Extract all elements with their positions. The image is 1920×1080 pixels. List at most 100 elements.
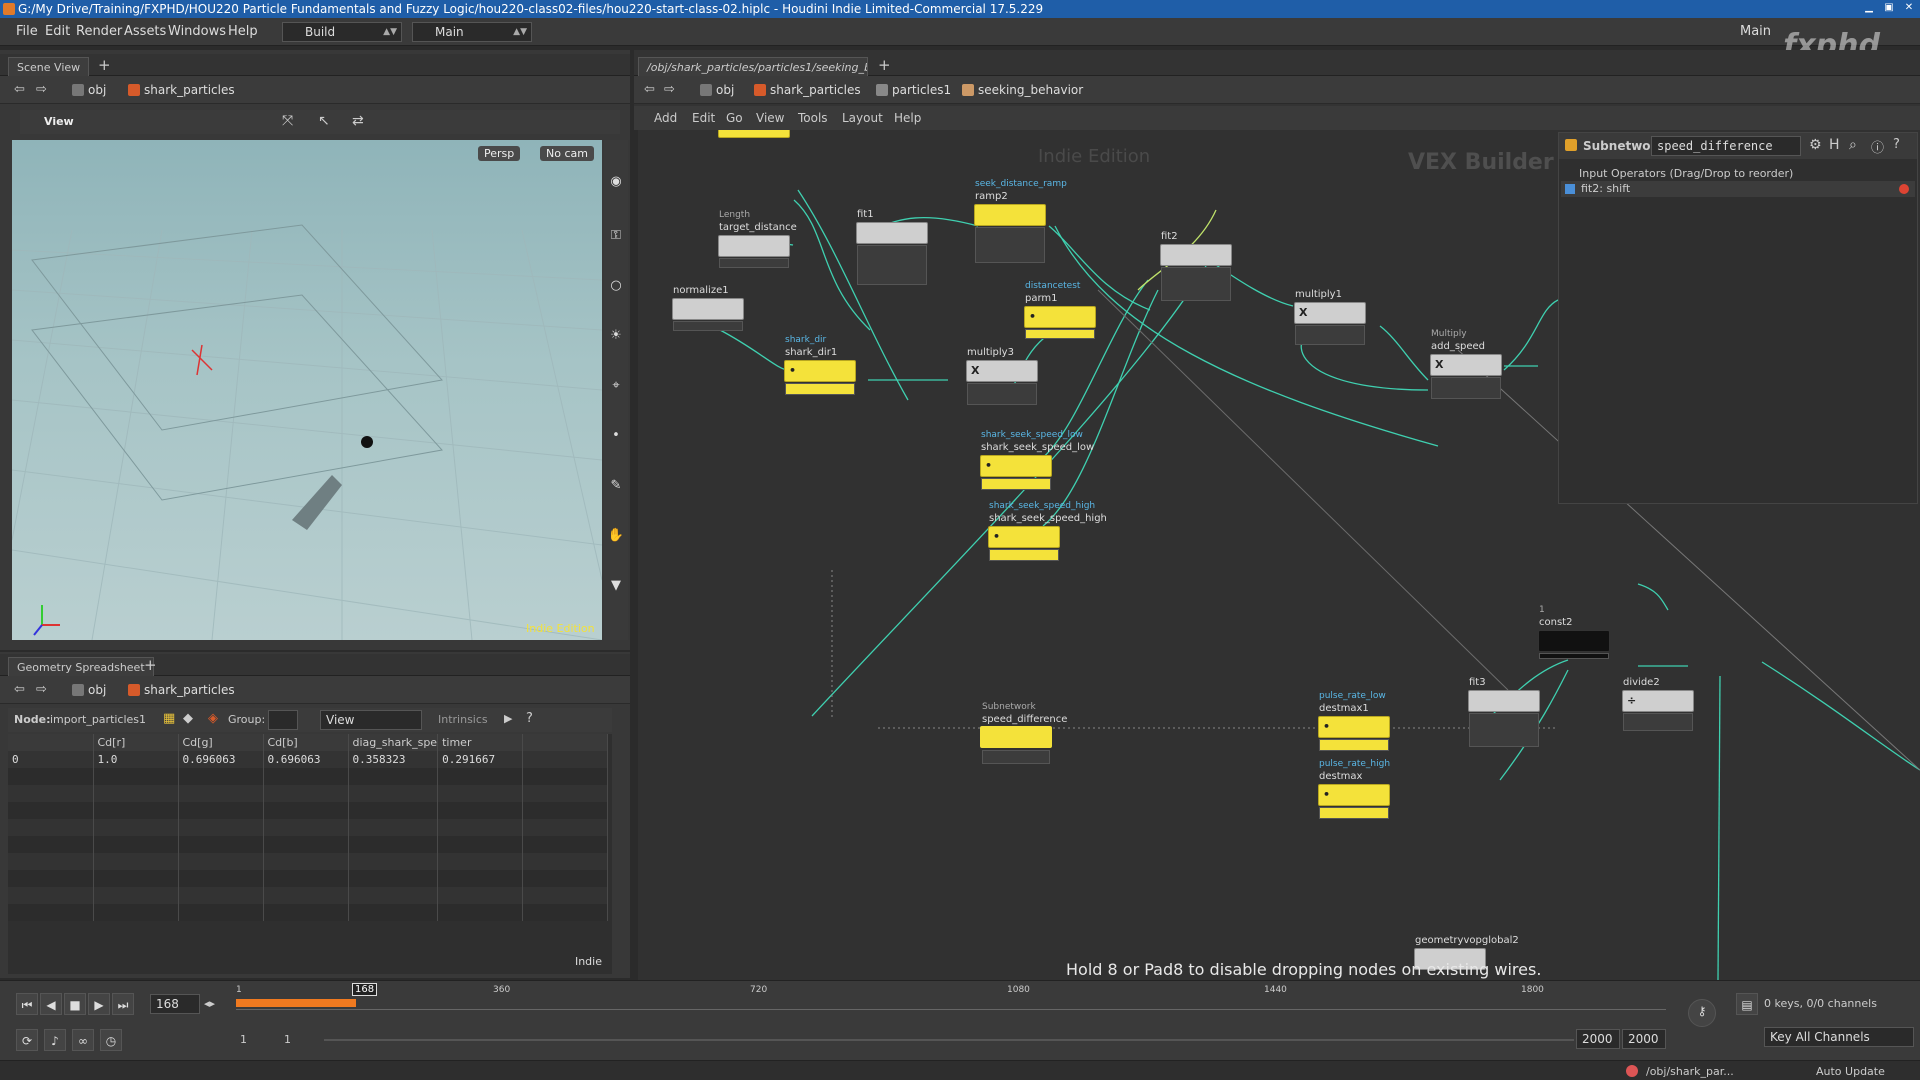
col-header[interactable]: timer xyxy=(437,734,524,751)
add-tab-icon[interactable]: + xyxy=(144,656,157,674)
point-icon[interactable]: • xyxy=(604,424,628,448)
forward-arrow-icon[interactable]: ⇨ xyxy=(36,82,47,97)
node-destmax1[interactable]: pulse_rate_low destmax1 • xyxy=(1318,691,1390,751)
node-shark-dir1[interactable]: shark_dir shark_dir1 • xyxy=(784,335,856,395)
tab-network-path[interactable]: /obj/shark_particles/particles1/seeking_… xyxy=(638,57,868,76)
grab-icon[interactable]: ✋ xyxy=(604,524,628,548)
last-frame-icon[interactable]: ⏭ xyxy=(112,993,134,1015)
lock-icon[interactable]: ⚿ xyxy=(604,224,628,248)
node-shark-seek-speed-high[interactable]: shark_seek_speed_high shark_seek_speed_h… xyxy=(988,501,1107,561)
range-slider[interactable] xyxy=(324,1039,1574,1041)
no-cam-dropdown[interactable]: No cam xyxy=(540,146,594,161)
close-icon[interactable]: ✕ xyxy=(1902,1,1916,15)
node-add-speed[interactable]: Multiply add_speed X xyxy=(1430,329,1502,399)
node-const2[interactable]: 1 const2 xyxy=(1538,605,1610,659)
node-destmax[interactable]: pulse_rate_high destmax • xyxy=(1318,759,1390,819)
handle-tool-icon[interactable]: ↖ xyxy=(318,113,330,129)
menu-add[interactable]: Add xyxy=(654,111,677,125)
add-tab-icon[interactable]: + xyxy=(98,56,111,74)
intrinsics-toggle[interactable]: Intrinsics xyxy=(438,713,488,726)
back-arrow-icon[interactable]: ⇦ xyxy=(644,82,655,97)
play-icon[interactable]: ▶ xyxy=(88,993,110,1015)
node-partial-top[interactable] xyxy=(718,130,790,138)
path-obj[interactable]: obj xyxy=(70,81,106,99)
stop-icon[interactable]: ■ xyxy=(64,993,86,1015)
node-target-distance[interactable]: Length target_distance xyxy=(718,210,797,268)
node-fit2[interactable]: fit2 xyxy=(1160,231,1232,301)
forward-arrow-icon[interactable]: ⇨ xyxy=(36,682,47,697)
gear-icon[interactable]: ⚙ xyxy=(1809,137,1822,153)
node-fit1[interactable]: fit1 xyxy=(856,209,928,285)
group-input[interactable] xyxy=(268,710,298,730)
help-icon[interactable]: ? xyxy=(1893,137,1900,152)
menu-go[interactable]: Go xyxy=(726,111,743,125)
range-start[interactable]: 1 xyxy=(240,1033,247,1046)
snap-icon[interactable]: ⌖ xyxy=(604,374,628,398)
pen-icon[interactable]: ✎ xyxy=(604,474,628,498)
menu-help[interactable]: Help xyxy=(894,111,921,125)
status-path[interactable]: /obj/shark_par... xyxy=(1646,1065,1734,1078)
back-arrow-icon[interactable]: ⇦ xyxy=(14,682,25,697)
node-speed-difference[interactable]: Subnetwork speed_difference xyxy=(980,702,1067,764)
node-divide2[interactable]: divide2 ÷ xyxy=(1622,677,1694,731)
view-dropdown[interactable]: View xyxy=(320,710,422,730)
node-shark-seek-speed-low[interactable]: shark_seek_speed_low shark_seek_speed_lo… xyxy=(980,430,1094,490)
menu-file[interactable]: File xyxy=(16,24,38,39)
spreadsheet-table[interactable]: Cd[r] Cd[g] Cd[b] diag_shark_spe timer 0… xyxy=(8,734,612,974)
camera-persp-dropdown[interactable]: Persp xyxy=(478,146,521,161)
add-tab-icon[interactable]: + xyxy=(878,56,891,74)
houdini-h-icon[interactable]: H xyxy=(1829,137,1840,153)
tab-scene-view[interactable]: Scene View xyxy=(8,57,90,76)
menu-windows[interactable]: Windows xyxy=(168,24,226,39)
node-parm1[interactable]: distancetest parm1 • xyxy=(1024,281,1096,339)
clock-icon[interactable]: ◷ xyxy=(100,1029,122,1051)
loop-icon[interactable]: ∞ xyxy=(72,1029,94,1051)
input-operator-item[interactable]: fit2: shift xyxy=(1561,181,1915,197)
menu-help[interactable]: Help xyxy=(228,24,258,39)
menu-render[interactable]: Render xyxy=(76,24,122,39)
node-normalize1[interactable]: normalize1 xyxy=(672,285,744,331)
node-multiply1[interactable]: multiply1 X xyxy=(1294,289,1366,345)
menu-edit[interactable]: Edit xyxy=(45,24,70,39)
right-main-label[interactable]: Main xyxy=(1740,24,1771,39)
menu-assets[interactable]: Assets xyxy=(124,24,166,39)
node-name-field[interactable]: speed_difference xyxy=(1651,136,1801,156)
node-fit3[interactable]: fit3 xyxy=(1468,677,1540,747)
step-arrows-icon[interactable]: ◂▸ xyxy=(204,997,215,1010)
key-all-channels-dropdown[interactable]: Key All Channels xyxy=(1764,1027,1914,1047)
tab-geometry-spreadsheet[interactable]: Geometry Spreadsheet xyxy=(8,657,154,676)
info-icon[interactable]: ⓘ xyxy=(1871,137,1884,156)
key-icon[interactable]: ⚷ xyxy=(1688,999,1716,1027)
range-start-2[interactable]: 1 xyxy=(284,1033,291,1046)
light-icon[interactable]: ☀ xyxy=(604,324,628,348)
audio-icon[interactable]: ♪ xyxy=(44,1029,66,1051)
back-arrow-icon[interactable]: ⇦ xyxy=(14,82,25,97)
play-reverse-icon[interactable]: ◀ xyxy=(40,993,62,1015)
path-particles1[interactable]: particles1 xyxy=(874,81,951,99)
col-header[interactable]: Cd[g] xyxy=(178,734,264,751)
help-icon[interactable]: ? xyxy=(526,711,533,726)
current-frame-field[interactable]: 168 xyxy=(150,994,200,1014)
frame-marker[interactable]: 168 xyxy=(352,983,378,996)
forward-arrow-icon[interactable]: ⇨ xyxy=(664,82,675,97)
minimize-icon[interactable]: ▁ xyxy=(1862,1,1876,15)
table-row[interactable]: 0 1.0 0.696063 0.696063 0.358323 0.29166… xyxy=(8,751,609,768)
points-icon[interactable]: ▦ xyxy=(163,711,175,726)
expand-arrow-icon[interactable]: ▶ xyxy=(504,712,512,725)
path-shark-particles[interactable]: shark_particles xyxy=(126,81,235,99)
col-header[interactable]: Cd[r] xyxy=(93,734,179,751)
node-ramp2[interactable]: seek_distance_ramp ramp2 xyxy=(974,179,1067,263)
menu-tools[interactable]: Tools xyxy=(798,111,828,125)
path-shark-particles[interactable]: shark_particles xyxy=(126,681,235,699)
detail-icon[interactable]: ◈ xyxy=(208,711,218,726)
desktop-dropdown[interactable]: Build ▲▼ xyxy=(282,22,402,42)
transform-tool-icon[interactable]: ⇄ xyxy=(352,113,364,129)
node-multiply3[interactable]: multiply3 X xyxy=(966,347,1038,405)
path-seeking-behavior[interactable]: seeking_behavior xyxy=(960,81,1083,99)
path-obj[interactable]: obj xyxy=(70,681,106,699)
maximize-icon[interactable]: ▣ xyxy=(1882,1,1896,15)
col-header[interactable]: diag_shark_spe xyxy=(348,734,439,751)
range-end-2[interactable]: 2000 xyxy=(1622,1029,1666,1049)
remove-icon[interactable] xyxy=(1899,184,1909,194)
search-icon[interactable]: ⌕ xyxy=(1849,137,1857,153)
